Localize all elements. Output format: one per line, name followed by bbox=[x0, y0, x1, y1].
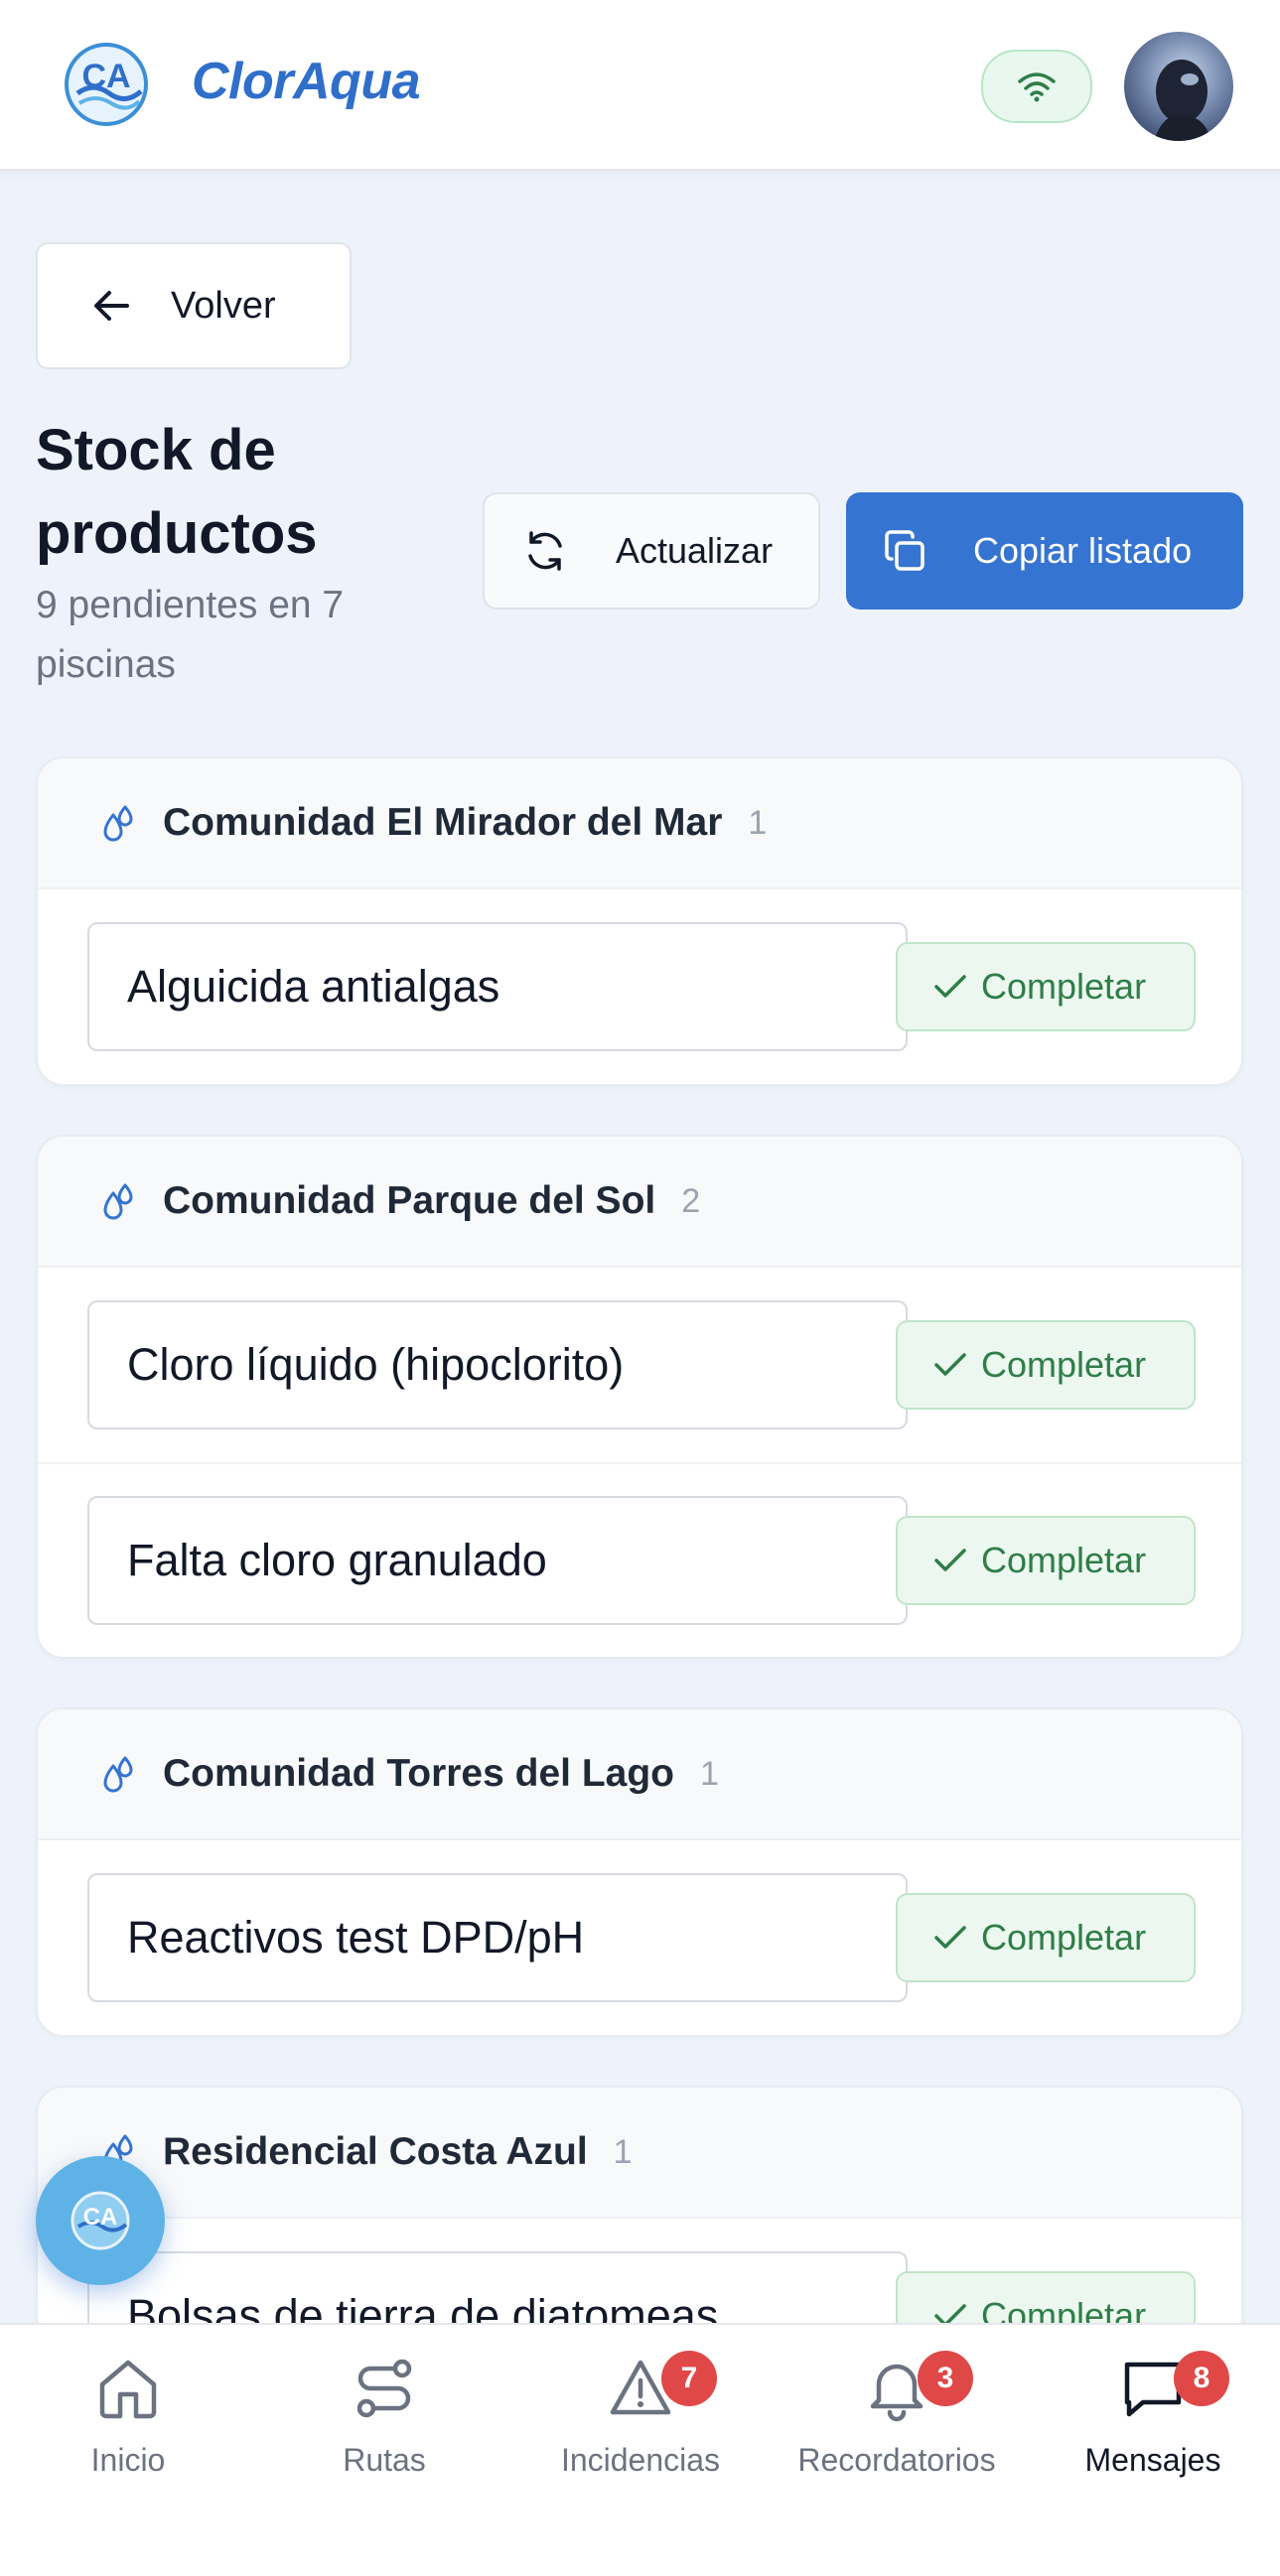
back-button[interactable]: Volver bbox=[36, 242, 352, 369]
stock-item-row: Reactivos test DPD/pH Completar bbox=[38, 1840, 1241, 2035]
page-subtitle: 9 pendientes en 7 piscinas bbox=[36, 584, 345, 686]
cloraqua-logo-icon: CA bbox=[65, 43, 148, 126]
stock-item-field[interactable]: Reactivos test DPD/pH bbox=[87, 1873, 908, 2002]
pool-name: Comunidad El Mirador del Mar bbox=[163, 801, 723, 844]
copy-icon bbox=[885, 530, 924, 571]
refresh-icon bbox=[528, 531, 562, 571]
nav-item-inicio[interactable]: Inicio bbox=[0, 2325, 256, 2523]
page-title: Stock de productos bbox=[36, 418, 318, 566]
complete-button-label: Completar bbox=[981, 1540, 1147, 1580]
complete-button[interactable]: Completar bbox=[896, 942, 1196, 1031]
stock-item-field[interactable]: Falta cloro granulado bbox=[87, 1496, 908, 1625]
notification-badge: 3 bbox=[918, 2351, 973, 2406]
arrow-left-icon bbox=[94, 291, 129, 321]
droplets-icon bbox=[103, 1756, 133, 1793]
nav-label: Mensajes bbox=[1084, 2442, 1221, 2478]
pool-name: Comunidad Torres del Lago bbox=[163, 1752, 674, 1795]
bottom-navigation: Inicio Rutas 7 Incidencias 3 Recordatori… bbox=[0, 2323, 1280, 2576]
pending-count: 2 bbox=[681, 1181, 701, 1220]
nav-item-recordatorios[interactable]: 3 Recordatorios bbox=[769, 2325, 1025, 2523]
cloraqua-logo-icon: CA bbox=[71, 2191, 130, 2250]
user-avatar[interactable] bbox=[1124, 32, 1233, 141]
complete-button[interactable]: Completar bbox=[896, 1516, 1196, 1605]
pool-group-header[interactable]: Comunidad Torres del Lago 1 bbox=[38, 1709, 1241, 1840]
top-bar: CA ClorAqua bbox=[0, 0, 1280, 171]
svg-text:CA: CA bbox=[83, 2204, 118, 2231]
complete-button[interactable]: Completar bbox=[896, 1893, 1196, 1982]
nav-item-mensajes[interactable]: 8 Mensajes bbox=[1025, 2325, 1280, 2523]
nav-label: Rutas bbox=[343, 2442, 426, 2478]
back-button-label: Volver bbox=[171, 284, 276, 327]
wifi-icon bbox=[1018, 72, 1056, 102]
droplets-icon bbox=[103, 805, 133, 842]
check-icon bbox=[934, 1353, 966, 1376]
refresh-button-label: Actualizar bbox=[616, 530, 774, 571]
notification-badge: 8 bbox=[1174, 2351, 1229, 2406]
pool-name: Residencial Costa Azul bbox=[163, 2130, 588, 2173]
pool-name: Comunidad Parque del Sol bbox=[163, 1179, 656, 1222]
check-icon bbox=[934, 1926, 966, 1949]
notification-badge: 7 bbox=[661, 2351, 717, 2406]
connection-status[interactable] bbox=[981, 50, 1092, 123]
nav-label: Incidencias bbox=[560, 2442, 721, 2478]
nav-item-rutas[interactable]: Rutas bbox=[256, 2325, 512, 2523]
check-icon bbox=[934, 975, 966, 998]
refresh-button[interactable]: Actualizar bbox=[483, 492, 820, 610]
nav-label: Recordatorios bbox=[797, 2442, 996, 2478]
avatar-photo bbox=[1154, 60, 1211, 141]
home-icon bbox=[99, 2360, 157, 2419]
pending-count: 1 bbox=[748, 803, 768, 842]
pool-group-card: Comunidad El Mirador del Mar 1 Alguicida… bbox=[36, 756, 1243, 1086]
stock-item-row: Alguicida antialgas Completar bbox=[38, 889, 1241, 1084]
nav-label: Inicio bbox=[90, 2442, 166, 2478]
pool-group-card: Residencial Costa Azul 1 Bolsas de tierr… bbox=[36, 2086, 1243, 2344]
pool-group-card: Comunidad Torres del Lago 1 Reactivos te… bbox=[36, 1707, 1243, 2037]
pending-count: 1 bbox=[699, 1754, 719, 1793]
complete-button-label: Completar bbox=[981, 1344, 1147, 1385]
pool-group-header[interactable]: Comunidad El Mirador del Mar 1 bbox=[38, 758, 1241, 889]
pool-group-header[interactable]: Residencial Costa Azul 1 bbox=[38, 2088, 1241, 2219]
route-icon bbox=[356, 2359, 412, 2418]
stock-item-field[interactable]: Alguicida antialgas bbox=[87, 922, 908, 1051]
pool-group-card: Comunidad Parque del Sol 2 Cloro líquido… bbox=[36, 1135, 1243, 1659]
stock-item-row: Cloro líquido (hipoclorito) Completar bbox=[38, 1268, 1241, 1462]
pending-count: 1 bbox=[613, 2132, 633, 2171]
assistant-fab[interactable]: CA bbox=[36, 2156, 165, 2285]
copy-list-button[interactable]: Copiar listado bbox=[846, 492, 1243, 610]
stock-item-row: Falta cloro granulado Completar bbox=[38, 1462, 1241, 1657]
complete-button-label: Completar bbox=[981, 1917, 1147, 1958]
pool-group-header[interactable]: Comunidad Parque del Sol 2 bbox=[38, 1137, 1241, 1268]
svg-text:CA: CA bbox=[81, 58, 130, 95]
copy-list-button-label: Copiar listado bbox=[973, 530, 1193, 571]
check-icon bbox=[934, 1549, 966, 1571]
droplets-icon bbox=[103, 1183, 133, 1220]
stock-item-field[interactable]: Cloro líquido (hipoclorito) bbox=[87, 1300, 908, 1429]
nav-item-incidencias[interactable]: 7 Incidencias bbox=[512, 2325, 769, 2523]
app-name: ClorAqua bbox=[192, 53, 421, 110]
complete-button[interactable]: Completar bbox=[896, 1320, 1196, 1410]
complete-button-label: Completar bbox=[981, 966, 1147, 1007]
